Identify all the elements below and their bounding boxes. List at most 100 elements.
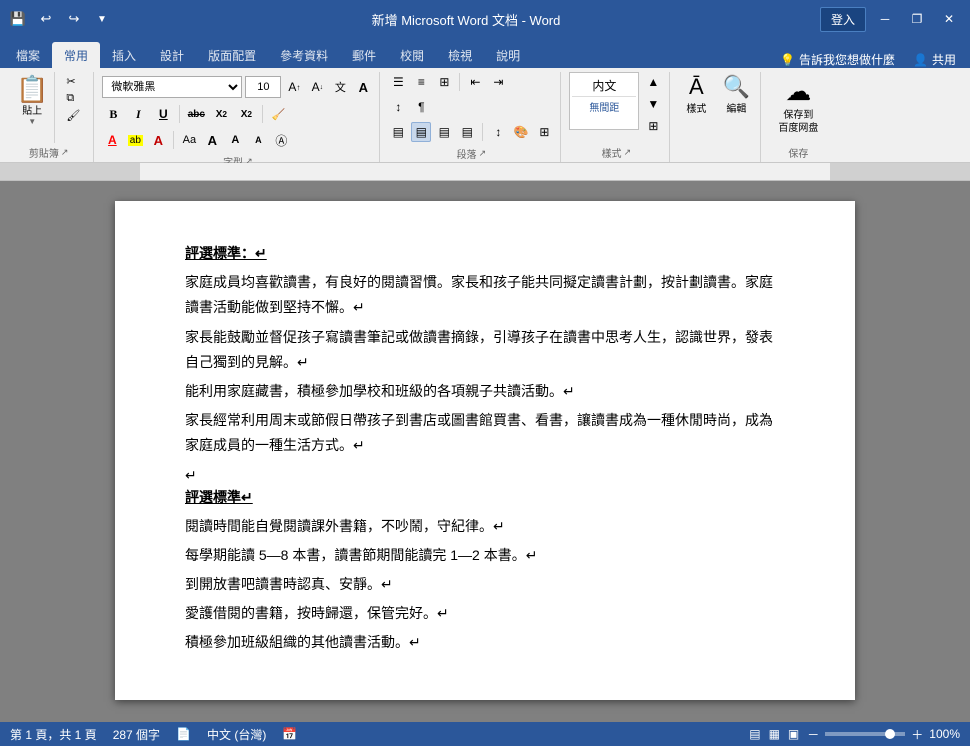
zoom-controls: － ＋ 100% — [807, 726, 960, 743]
font-color2-button[interactable]: A — [148, 130, 168, 150]
numbering-button[interactable]: ≡ — [411, 72, 431, 92]
document-area[interactable]: 評選標準：↵ 家庭成員均喜歡讀書，有良好的閱讀習慣。家長和孩子能共同擬定讀書計劃… — [0, 181, 970, 722]
tab-layout[interactable]: 版面配置 — [196, 42, 268, 68]
styles-group-label: 樣式 ↗ — [569, 143, 663, 162]
paragraph-dialog-icon[interactable]: ↗ — [479, 148, 487, 159]
restore-button[interactable]: ❐ — [904, 6, 930, 32]
zoom-in-button[interactable]: ＋ — [911, 726, 923, 743]
superscript-button[interactable]: X2 — [235, 103, 257, 125]
document-page[interactable]: 評選標準：↵ 家庭成員均喜歡讀書，有良好的閱讀習慣。家長和孩子能共同擬定讀書計劃… — [115, 201, 855, 700]
edit-mode-icon[interactable]: 📄 — [176, 727, 191, 741]
font-decrease-button[interactable]: A↓ — [307, 77, 327, 97]
styles-group: 内文 無間距 ▲ ▼ ⊞ 樣式 ↗ — [563, 72, 670, 162]
edit-btn-large[interactable]: 🔍 編輯 — [718, 72, 754, 117]
tab-insert[interactable]: 插入 — [100, 42, 148, 68]
bullets-button[interactable]: ☰ — [388, 72, 408, 92]
font-name-select[interactable]: 微軟雅黑 — [102, 76, 242, 98]
italic-button[interactable]: I — [127, 103, 149, 125]
clipboard-dialog-icon[interactable]: ↗ — [61, 147, 69, 158]
paste-dropdown-icon[interactable]: ▼ — [28, 117, 36, 126]
word-save-icon[interactable]: 💾 — [8, 9, 28, 29]
tab-view[interactable]: 檢視 — [436, 42, 484, 68]
styles-scroll-down[interactable]: ▼ — [643, 94, 663, 114]
tab-file[interactable]: 檔案 — [4, 42, 52, 68]
underline-button[interactable]: U — [152, 103, 174, 125]
highlight-color-button[interactable]: ab — [125, 130, 145, 150]
justify-button[interactable]: ▤ — [457, 122, 477, 142]
word-count[interactable]: 287 個字 — [113, 726, 160, 743]
increase-indent-button[interactable]: ⇥ — [488, 72, 508, 92]
change-case-button[interactable]: 文 — [330, 77, 350, 97]
align-left-button[interactable]: ▤ — [388, 122, 408, 142]
language-indicator[interactable]: 中文 (台灣) — [207, 726, 266, 743]
line-spacing-button[interactable]: ↕ — [488, 122, 508, 142]
multilevel-list-button[interactable]: ⊞ — [434, 72, 454, 92]
circle-a-button[interactable]: Ⓐ — [271, 130, 291, 150]
font-size-input[interactable] — [245, 76, 281, 98]
paste-button[interactable]: 📋 貼上 ▼ — [10, 72, 55, 143]
tell-me-bar[interactable]: 💡 告訴我您想做什麼 — [772, 51, 903, 68]
decrease-indent-button[interactable]: ⇤ — [465, 72, 485, 92]
zoom-thumb[interactable] — [885, 729, 895, 739]
font-size-a3[interactable]: A — [248, 130, 268, 150]
bold-button[interactable]: B — [102, 103, 124, 125]
tab-help[interactable]: 說明 — [484, 42, 532, 68]
save-to-baidu-button[interactable]: ☁ 保存到百度网盘 — [770, 72, 826, 139]
redo-icon[interactable]: ↪ — [64, 9, 84, 29]
view-reading-button[interactable]: ▦ — [769, 727, 780, 741]
person-icon: 👤 — [913, 53, 928, 67]
view-web-button[interactable]: ▣ — [788, 727, 799, 741]
document-content[interactable]: 評選標準：↵ 家庭成員均喜歡讀書，有良好的閱讀習慣。家長和孩子能共同擬定讀書計劃… — [185, 241, 785, 656]
copy-button[interactable]: ⧉ — [63, 91, 83, 106]
styles-dialog-icon[interactable]: ↗ — [624, 147, 632, 158]
sort-button[interactable]: ↕ — [388, 97, 408, 117]
para-2-text: 家長能鼓勵並督促孩子寫讀書筆記或做讀書摘錄，引導孩子在讀書中思考人生，認識世界，… — [185, 329, 773, 370]
shading-button[interactable]: 🎨 — [511, 122, 531, 142]
styles-more[interactable]: ⊞ — [643, 116, 663, 136]
login-button[interactable]: 登入 — [820, 7, 866, 32]
share-button[interactable]: 👤 共用 — [903, 51, 966, 68]
format-painter-button[interactable]: 🖌 — [63, 108, 83, 123]
borders-button[interactable]: ⊞ — [534, 122, 554, 142]
tab-design[interactable]: 設計 — [148, 42, 196, 68]
zoom-out-button[interactable]: － — [807, 726, 819, 743]
styles-scroll-up[interactable]: ▲ — [643, 72, 663, 92]
tab-references[interactable]: 參考資料 — [268, 42, 340, 68]
calendar-icon[interactable]: 📅 — [282, 727, 297, 741]
style-option[interactable]: 無間距 — [572, 96, 636, 114]
subscript-button[interactable]: X2 — [210, 103, 232, 125]
strikethrough-button[interactable]: abc — [185, 103, 207, 125]
view-normal-button[interactable]: ▤ — [749, 727, 760, 741]
undo-icon[interactable]: ↩ — [36, 9, 56, 29]
clipboard-sub-buttons: ✂ ✂ ⧉ 🖌 — [59, 72, 87, 143]
zoom-level[interactable]: 100% — [929, 727, 960, 741]
font-size-a1[interactable]: A — [202, 130, 222, 150]
show-marks-button[interactable]: ¶ — [411, 97, 431, 117]
divider2 — [262, 105, 263, 123]
para-1-text: 家庭成員均喜歡讀書，有良好的閱讀習慣。家長和孩子能共同擬定讀書計劃，按計劃讀書。… — [185, 274, 773, 315]
font-increase-button[interactable]: A↑ — [284, 77, 304, 97]
divider — [179, 105, 180, 123]
aa-case-button[interactable]: Aa — [179, 130, 199, 150]
clear-formatting-a-button[interactable]: A — [353, 77, 373, 97]
tab-home[interactable]: 常用 — [52, 42, 100, 68]
close-button[interactable]: ✕ — [936, 6, 962, 32]
styles-gallery[interactable]: 内文 無間距 — [569, 72, 639, 130]
normal-style[interactable]: 内文 — [572, 77, 636, 94]
tab-review[interactable]: 校閱 — [388, 42, 436, 68]
font-size-a2[interactable]: A — [225, 130, 245, 150]
styles-btn-large[interactable]: Ā 樣式 — [678, 72, 714, 117]
styles-navigation: ▲ ▼ ⊞ — [643, 72, 663, 136]
align-right-button[interactable]: ▤ — [434, 122, 454, 142]
minimize-button[interactable]: ─ — [872, 6, 898, 32]
font-color-button[interactable]: A — [102, 130, 122, 150]
customize-qat-icon[interactable]: ▼ — [92, 9, 112, 29]
page-count[interactable]: 第 1 頁，共 1 頁 — [10, 726, 97, 743]
ribbon-content: 📋 貼上 ▼ ✂ ✂ ⧉ 🖌 剪貼簿 ↗ — [0, 68, 970, 163]
clear-format-button[interactable]: 🧹 — [268, 104, 288, 124]
tab-mailings[interactable]: 郵件 — [340, 42, 388, 68]
cut-button[interactable]: ✂ ✂ — [63, 74, 83, 89]
align-center-button[interactable]: ▤ — [411, 122, 431, 142]
zoom-slider[interactable] — [825, 732, 905, 736]
baidu-icon: ☁ — [785, 76, 811, 107]
